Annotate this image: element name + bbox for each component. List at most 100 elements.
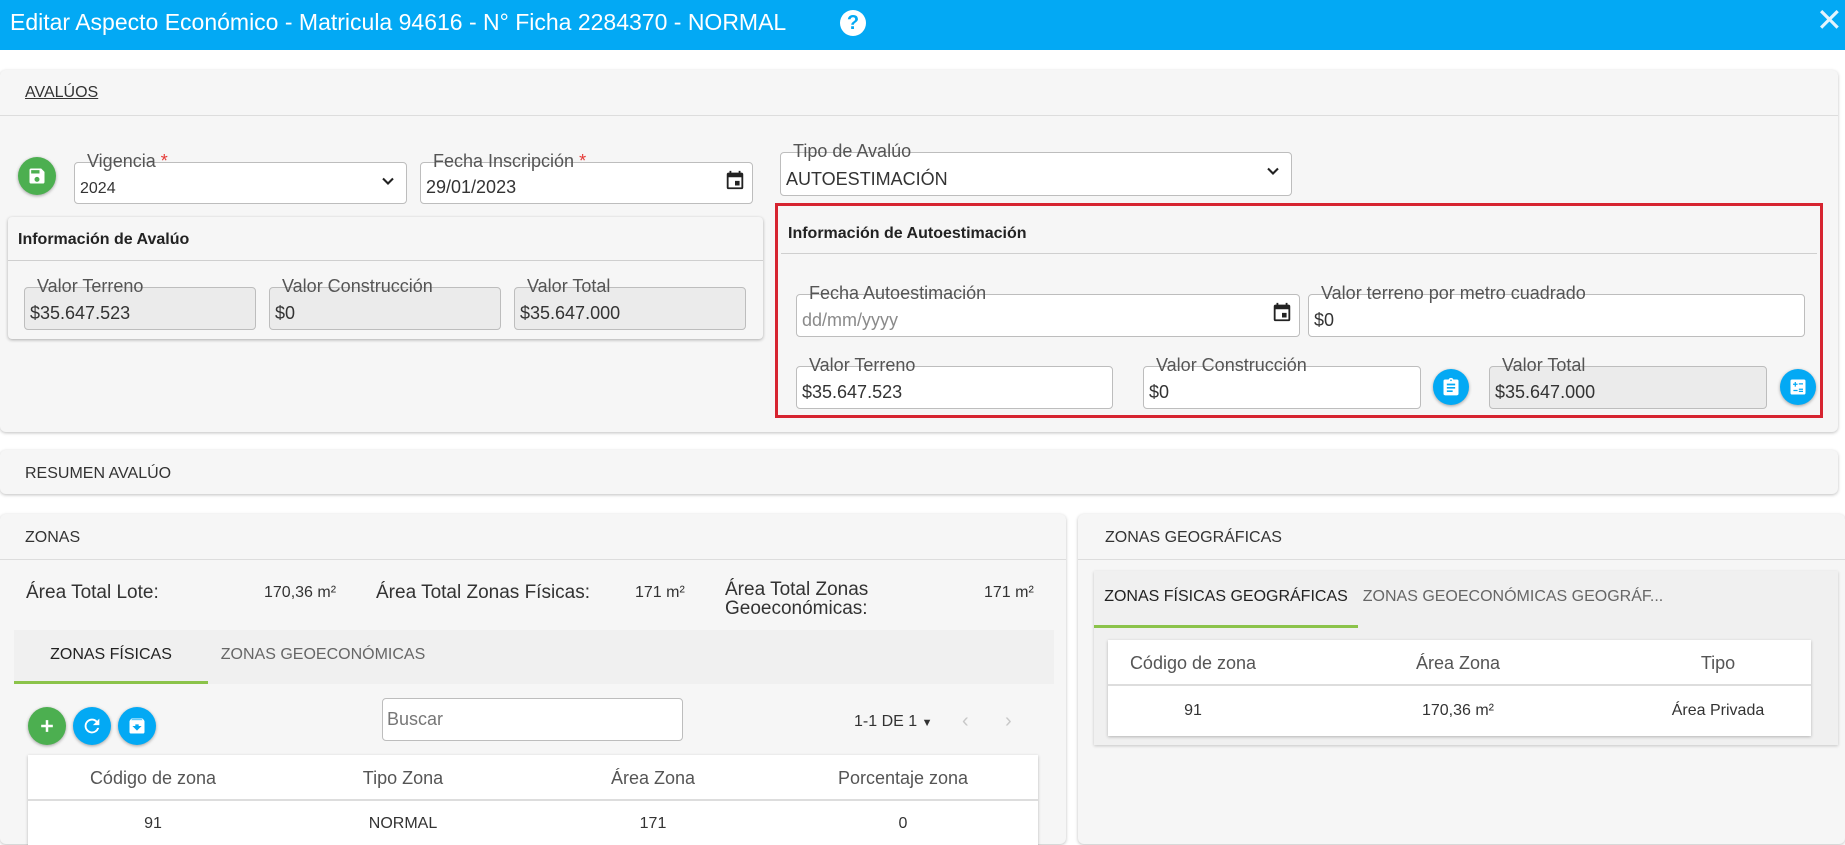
calendar-icon[interactable] [1271, 301, 1293, 323]
zonas-geo-table: Código de zona Área Zona Tipo 91 170,36 … [1108, 640, 1811, 736]
clipboard-button[interactable] [1433, 369, 1469, 405]
zonas-title: ZONAS [25, 529, 81, 546]
plus-icon [41, 720, 53, 732]
tipo-avaluo-label: Tipo de Avalúo [789, 141, 916, 161]
zonas-geograficas-card: ZONAS GEOGRÁFICAS ZONAS FÍSICAS GEOGRÁFI… [1078, 514, 1845, 844]
tab-zonas-geoeconomicas[interactable]: ZONAS GEOECONÓMICAS [208, 630, 438, 684]
auto-valor-construccion-field[interactable]: Valor Construcción $0 [1143, 355, 1421, 409]
resumen-avaluo-card[interactable]: RESUMEN AVALÚO [0, 450, 1838, 494]
cell-tipo: NORMAL [368, 815, 438, 832]
close-icon[interactable]: ✕ [1816, 4, 1843, 36]
cell-codigo: 91 [144, 815, 162, 832]
dialog-header: Editar Aspecto Económico - Matricula 946… [0, 0, 1845, 50]
auto-valor-total-label: Valor Total [1498, 355, 1590, 375]
zonas-tabs: ZONAS FÍSICAS ZONAS GEOECONÓMICAS [14, 630, 1054, 684]
col-geo-area-zona[interactable]: Área Zona [1338, 653, 1578, 674]
info-avaluo-header: Información de Avalúo [8, 217, 763, 261]
auto-valor-construccion-label: Valor Construcción [1152, 355, 1311, 375]
tipo-avaluo-value: AUTOESTIMACIÓN [786, 169, 948, 189]
cell-porcentaje: 0 [898, 815, 908, 832]
col-area-zona[interactable]: Área Zona [528, 768, 778, 789]
archive-download-icon [129, 718, 145, 734]
save-button[interactable] [18, 157, 56, 195]
autoestimacion-highlight: Información de Autoestimación Fecha Auto… [775, 203, 1823, 418]
info-avaluo-card: Información de Avalúo Valor Terreno $35.… [8, 217, 763, 339]
info-avaluo-title: Información de Avalúo [18, 231, 190, 248]
chevron-down-icon [1267, 167, 1279, 175]
refresh-button[interactable] [73, 707, 111, 745]
vigencia-value: 2024 [80, 180, 116, 197]
valor-terreno-value: $35.647.523 [30, 303, 131, 323]
info-avaluo-valor-construccion: Valor Construcción $0 [269, 276, 501, 330]
area-lote-label: Área Total Lote: [26, 582, 159, 603]
avaluos-section-title[interactable]: AVALÚOS [25, 84, 98, 102]
prev-page-icon[interactable]: ‹ [962, 710, 969, 733]
zonas-card-header: ZONAS [0, 514, 1066, 560]
fecha-autoestimacion-placeholder: dd/mm/yyyy [802, 310, 899, 330]
area-fisicas-label: Área Total Zonas Físicas: [376, 582, 591, 603]
valor-construccion-value: $0 [275, 303, 296, 323]
valor-construccion-label: Valor Construcción [278, 276, 437, 296]
valor-m2-field[interactable]: Valor terreno por metro cuadrado $0 [1308, 283, 1805, 337]
search-input[interactable]: Buscar [382, 698, 683, 741]
zonas-geo-card-header: ZONAS GEOGRÁFICAS [1078, 514, 1845, 560]
tab-zonas-geoeconomicas-geograficas[interactable]: ZONAS GEOECONÓMICAS GEOGRÁF... [1358, 571, 1668, 628]
dialog-title: Editar Aspecto Económico - Matricula 946… [10, 9, 787, 35]
next-page-icon[interactable]: › [1005, 710, 1012, 733]
tab-zonas-fisicas-geograficas[interactable]: ZONAS FÍSICAS GEOGRÁFICAS [1094, 571, 1358, 628]
auto-valor-total-field: Valor Total $35.647.000 [1489, 355, 1767, 409]
valor-total-value: $35.647.000 [520, 303, 621, 323]
tipo-avaluo-select[interactable]: Tipo de Avalúo AUTOESTIMACIÓN [780, 141, 1292, 196]
download-button[interactable] [118, 707, 156, 745]
info-autoestimacion-card: Información de Autoestimación Fecha Auto… [781, 209, 1817, 412]
auto-valor-terreno-value: $35.647.523 [802, 382, 903, 402]
valor-total-label: Valor Total [523, 276, 615, 296]
auto-valor-terreno-field[interactable]: Valor Terreno $35.647.523 [796, 355, 1113, 409]
cell-geo-tipo: Área Privada [1671, 702, 1765, 719]
table-row[interactable]: 91 NORMAL 171 0 [28, 803, 1038, 845]
fecha-inscripcion-field[interactable]: Fecha Inscripción * 29/01/2023 [420, 151, 753, 204]
info-avaluo-valor-total: Valor Total $35.647.000 [514, 276, 746, 330]
area-geo-label-line1: Área Total Zonas [725, 579, 869, 600]
vigencia-label: Vigencia * [83, 151, 172, 171]
fecha-autoestimacion-field[interactable]: Fecha Autoestimación dd/mm/yyyy [796, 283, 1300, 337]
zonas-geo-table-header: Código de zona Área Zona Tipo [1108, 640, 1811, 686]
vigencia-select[interactable]: Vigencia * 2024 [74, 151, 407, 204]
zonas-table-header: Código de zona Tipo Zona Área Zona Porce… [28, 755, 1038, 801]
cell-geo-codigo: 91 [1184, 702, 1202, 719]
pagination-dropdown[interactable]: 1-1 DE 1 ▼ [854, 713, 932, 731]
resumen-avaluo-title: RESUMEN AVALÚO [25, 465, 172, 482]
area-geo-label-line2: Geoeconómicas: [725, 598, 868, 619]
area-geo-value: 171 m² [984, 584, 1034, 601]
refresh-icon [84, 718, 100, 734]
pagination-label: 1-1 DE 1 [854, 713, 918, 730]
auto-valor-construccion-value: $0 [1149, 382, 1170, 402]
fecha-autoestimacion-label: Fecha Autoestimación [805, 283, 991, 303]
col-geo-tipo[interactable]: Tipo [1598, 653, 1838, 674]
col-codigo-zona[interactable]: Código de zona [28, 768, 278, 789]
col-tipo-zona[interactable]: Tipo Zona [278, 768, 528, 789]
zonas-table: Código de zona Tipo Zona Área Zona Porce… [28, 755, 1038, 845]
tab-zonas-fisicas[interactable]: ZONAS FÍSICAS [14, 630, 208, 684]
area-geo-label: Área Total Zonas Geoeconómicas: [725, 580, 868, 618]
info-autoestimacion-header: Información de Autoestimación [781, 209, 1817, 254]
auto-valor-total-value: $35.647.000 [1495, 382, 1596, 402]
help-icon[interactable]: ? [840, 10, 866, 36]
fecha-inscripcion-value: 29/01/2023 [426, 177, 517, 197]
calculate-button[interactable] [1780, 369, 1816, 405]
zonas-geo-panel: ZONAS FÍSICAS GEOGRÁFICAS ZONAS GEOECONÓ… [1094, 571, 1838, 745]
add-zona-button[interactable] [28, 707, 66, 745]
col-porcentaje-zona[interactable]: Porcentaje zona [778, 768, 1028, 789]
valor-m2-label: Valor terreno por metro cuadrado [1317, 283, 1590, 303]
calendar-icon[interactable] [724, 169, 746, 191]
valor-m2-value: $0 [1314, 310, 1335, 330]
fecha-inscripcion-label: Fecha Inscripción * [429, 151, 591, 171]
valor-terreno-label: Valor Terreno [33, 276, 148, 296]
info-avaluo-valor-terreno: Valor Terreno $35.647.523 [24, 276, 256, 330]
col-geo-codigo-zona[interactable]: Código de zona [1108, 653, 1278, 674]
area-lote-value: 170,36 m² [264, 584, 337, 601]
table-row[interactable]: 91 170,36 m² Área Privada [1108, 688, 1811, 734]
cell-geo-area: 170,36 m² [1421, 702, 1495, 719]
chevron-down-icon [382, 177, 394, 185]
floppy-icon [29, 168, 45, 184]
